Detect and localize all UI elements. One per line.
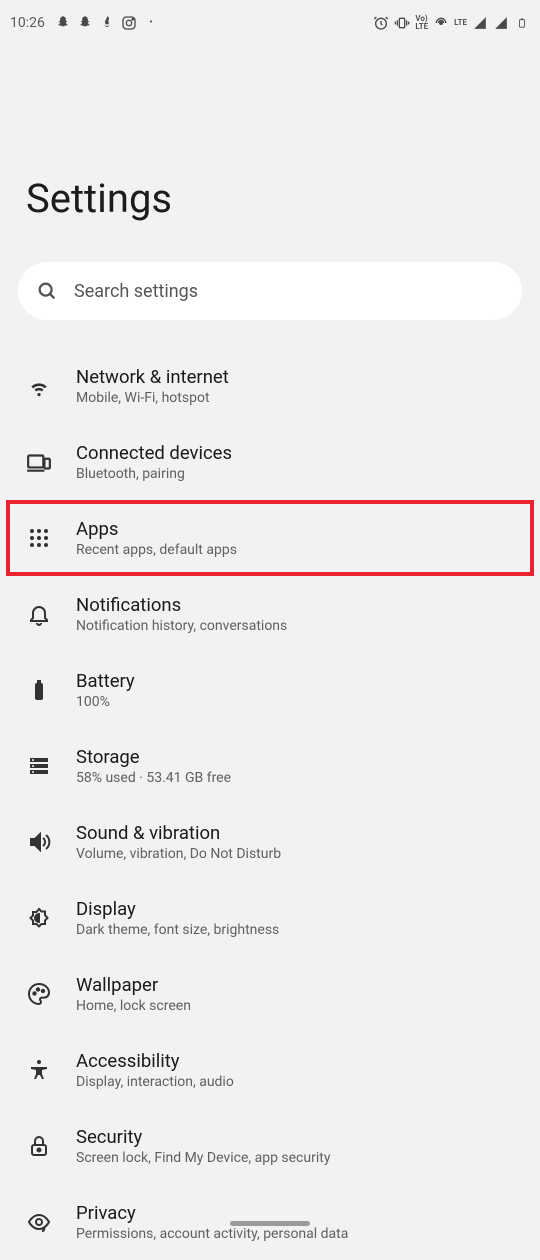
item-title: Storage: [76, 746, 231, 768]
item-title: Battery: [76, 670, 135, 692]
brightness-icon: [26, 905, 52, 931]
bell-icon: [26, 601, 52, 627]
snapchat-icon-2: [77, 15, 93, 31]
battery-icon: [26, 677, 52, 703]
settings-item-sound[interactable]: Sound & vibration Volume, vibration, Do …: [0, 804, 540, 880]
item-title: Connected devices: [76, 442, 232, 464]
settings-item-connected-devices[interactable]: Connected devices Bluetooth, pairing: [0, 424, 540, 500]
status-bar-right: Vo)LTE LTE: [373, 15, 530, 31]
item-title: Sound & vibration: [76, 822, 281, 844]
clock: 10:26: [10, 15, 45, 31]
item-subtitle: Volume, vibration, Do Not Disturb: [76, 846, 281, 862]
settings-item-network[interactable]: Network & internet Mobile, Wi-Fi, hotspo…: [0, 348, 540, 424]
item-subtitle: Permissions, account activity, personal …: [76, 1226, 348, 1242]
signal-icon-1: [472, 15, 488, 31]
devices-icon: [26, 449, 52, 475]
signal-icon-2: [493, 15, 509, 31]
item-title: Security: [76, 1126, 330, 1148]
settings-item-storage[interactable]: Storage 58% used · 53.41 GB free: [0, 728, 540, 804]
status-bar-left: 10:26 •: [10, 15, 159, 31]
item-subtitle: Mobile, Wi-Fi, hotspot: [76, 390, 229, 406]
flame-icon: [99, 15, 115, 31]
item-title: Notifications: [76, 594, 287, 616]
privacy-icon: [26, 1209, 52, 1235]
settings-item-battery[interactable]: Battery 100%: [0, 652, 540, 728]
settings-item-wallpaper[interactable]: Wallpaper Home, lock screen: [0, 956, 540, 1032]
search-placeholder: Search settings: [74, 281, 198, 302]
storage-icon: [26, 753, 52, 779]
item-subtitle: Notification history, conversations: [76, 618, 287, 634]
hotspot-icon: [433, 15, 449, 31]
search-settings[interactable]: Search settings: [18, 262, 522, 320]
search-icon: [36, 280, 58, 302]
wifi-icon: [26, 373, 52, 399]
item-subtitle: 58% used · 53.41 GB free: [76, 770, 231, 786]
volte-indicator: Vo)LTE: [415, 15, 428, 31]
settings-item-accessibility[interactable]: Accessibility Display, interaction, audi…: [0, 1032, 540, 1108]
battery-status-icon: [514, 15, 530, 31]
item-title: Wallpaper: [76, 974, 191, 996]
settings-item-apps[interactable]: Apps Recent apps, default apps: [6, 500, 534, 576]
settings-list: Network & internet Mobile, Wi-Fi, hotspo…: [0, 348, 540, 1260]
vibrate-icon: [394, 15, 410, 31]
item-title: Apps: [76, 518, 237, 540]
item-title: Network & internet: [76, 366, 229, 388]
item-title: Accessibility: [76, 1050, 234, 1072]
item-subtitle: Display, interaction, audio: [76, 1074, 234, 1090]
item-subtitle: Screen lock, Find My Device, app securit…: [76, 1150, 330, 1166]
item-subtitle: Dark theme, font size, brightness: [76, 922, 279, 938]
navigation-handle[interactable]: [230, 1221, 310, 1226]
item-subtitle: 100%: [76, 694, 135, 710]
lte-indicator: LTE: [454, 18, 467, 27]
item-subtitle: Bluetooth, pairing: [76, 466, 232, 482]
palette-icon: [26, 981, 52, 1007]
instagram-icon: [121, 15, 137, 31]
accessibility-icon: [26, 1057, 52, 1083]
lock-icon: [26, 1133, 52, 1159]
apps-icon: [26, 525, 52, 551]
item-title: Display: [76, 898, 279, 920]
alarm-icon: [373, 15, 389, 31]
sound-icon: [26, 829, 52, 855]
settings-item-display[interactable]: Display Dark theme, font size, brightnes…: [0, 880, 540, 956]
item-subtitle: Home, lock screen: [76, 998, 191, 1014]
settings-item-security[interactable]: Security Screen lock, Find My Device, ap…: [0, 1108, 540, 1184]
dot-icon: •: [143, 15, 159, 31]
item-subtitle: Recent apps, default apps: [76, 542, 237, 558]
settings-item-notifications[interactable]: Notifications Notification history, conv…: [0, 576, 540, 652]
snapchat-icon: [55, 15, 71, 31]
page-title: Settings: [0, 45, 540, 262]
status-bar: 10:26 • Vo)LTE LTE: [0, 0, 540, 45]
